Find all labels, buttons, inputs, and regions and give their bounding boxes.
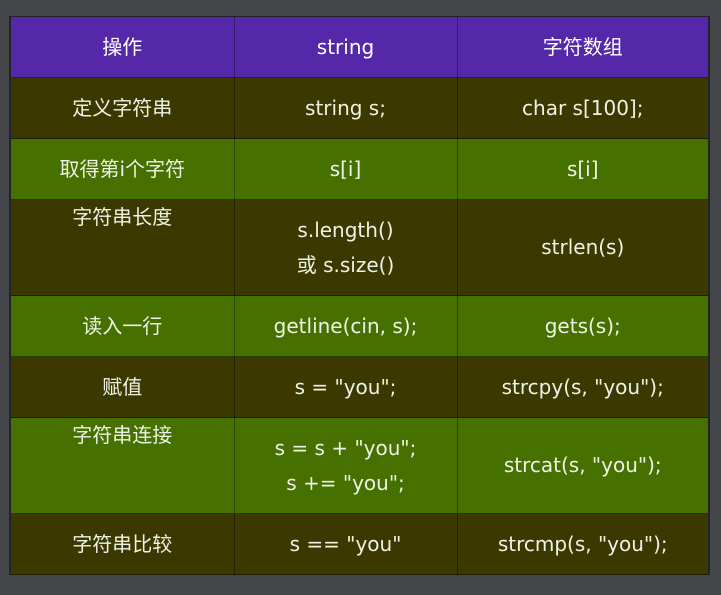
- char-array-cell: s[i]: [457, 138, 708, 200]
- header-string: string: [234, 17, 458, 78]
- char-array-cell: gets(s);: [457, 295, 708, 357]
- operation-cell: 赋值: [11, 356, 235, 418]
- operation-cell: 定义字符串: [11, 77, 235, 139]
- char-array-cell: char s[100];: [457, 77, 708, 139]
- char-array-cell: strlen(s): [457, 199, 708, 296]
- string-cell: s = s + "you"; s += "you";: [234, 417, 458, 514]
- string-cell: s.length() 或 s.size(): [234, 199, 458, 296]
- string-cell: s = "you";: [234, 356, 458, 418]
- header-row: 操作 string 字符数组: [11, 17, 708, 78]
- table-row: 定义字符串 string s; char s[100];: [11, 77, 708, 139]
- char-array-cell: strcat(s, "you");: [457, 417, 708, 514]
- table-row: 字符串长度 s.length() 或 s.size() strlen(s): [11, 199, 708, 296]
- operation-cell: 字符串长度: [11, 199, 235, 296]
- operation-cell: 取得第i个字符: [11, 138, 235, 200]
- string-cell: s[i]: [234, 138, 458, 200]
- string-cell-line: s += "you";: [286, 470, 405, 495]
- table-row: 读入一行 getline(cin, s); gets(s);: [11, 295, 708, 357]
- header-operation: 操作: [11, 17, 235, 78]
- string-cell-line: 或 s.size(): [296, 252, 395, 277]
- operation-cell: 字符串比较: [11, 513, 235, 575]
- string-cell: s == "you": [234, 513, 458, 575]
- table-row: 赋值 s = "you"; strcpy(s, "you");: [11, 356, 708, 418]
- string-cell: string s;: [234, 77, 458, 139]
- string-cell-line: s = s + "you";: [274, 435, 417, 460]
- string-cell: getline(cin, s);: [234, 295, 458, 357]
- table-row: 取得第i个字符 s[i] s[i]: [11, 138, 708, 200]
- header-char-array: 字符数组: [457, 17, 708, 78]
- comparison-table: 操作 string 字符数组 定义字符串 string s; char s[10…: [11, 17, 708, 575]
- char-array-cell: strcmp(s, "you");: [457, 513, 708, 575]
- table-row: 字符串连接 s = s + "you"; s += "you"; strcat(…: [11, 417, 708, 514]
- table-row: 字符串比较 s == "you" strcmp(s, "you");: [11, 513, 708, 575]
- char-array-cell: strcpy(s, "you");: [457, 356, 708, 418]
- operation-cell: 字符串连接: [11, 417, 235, 514]
- string-cell-line: s.length(): [297, 217, 394, 242]
- operation-cell: 读入一行: [11, 295, 235, 357]
